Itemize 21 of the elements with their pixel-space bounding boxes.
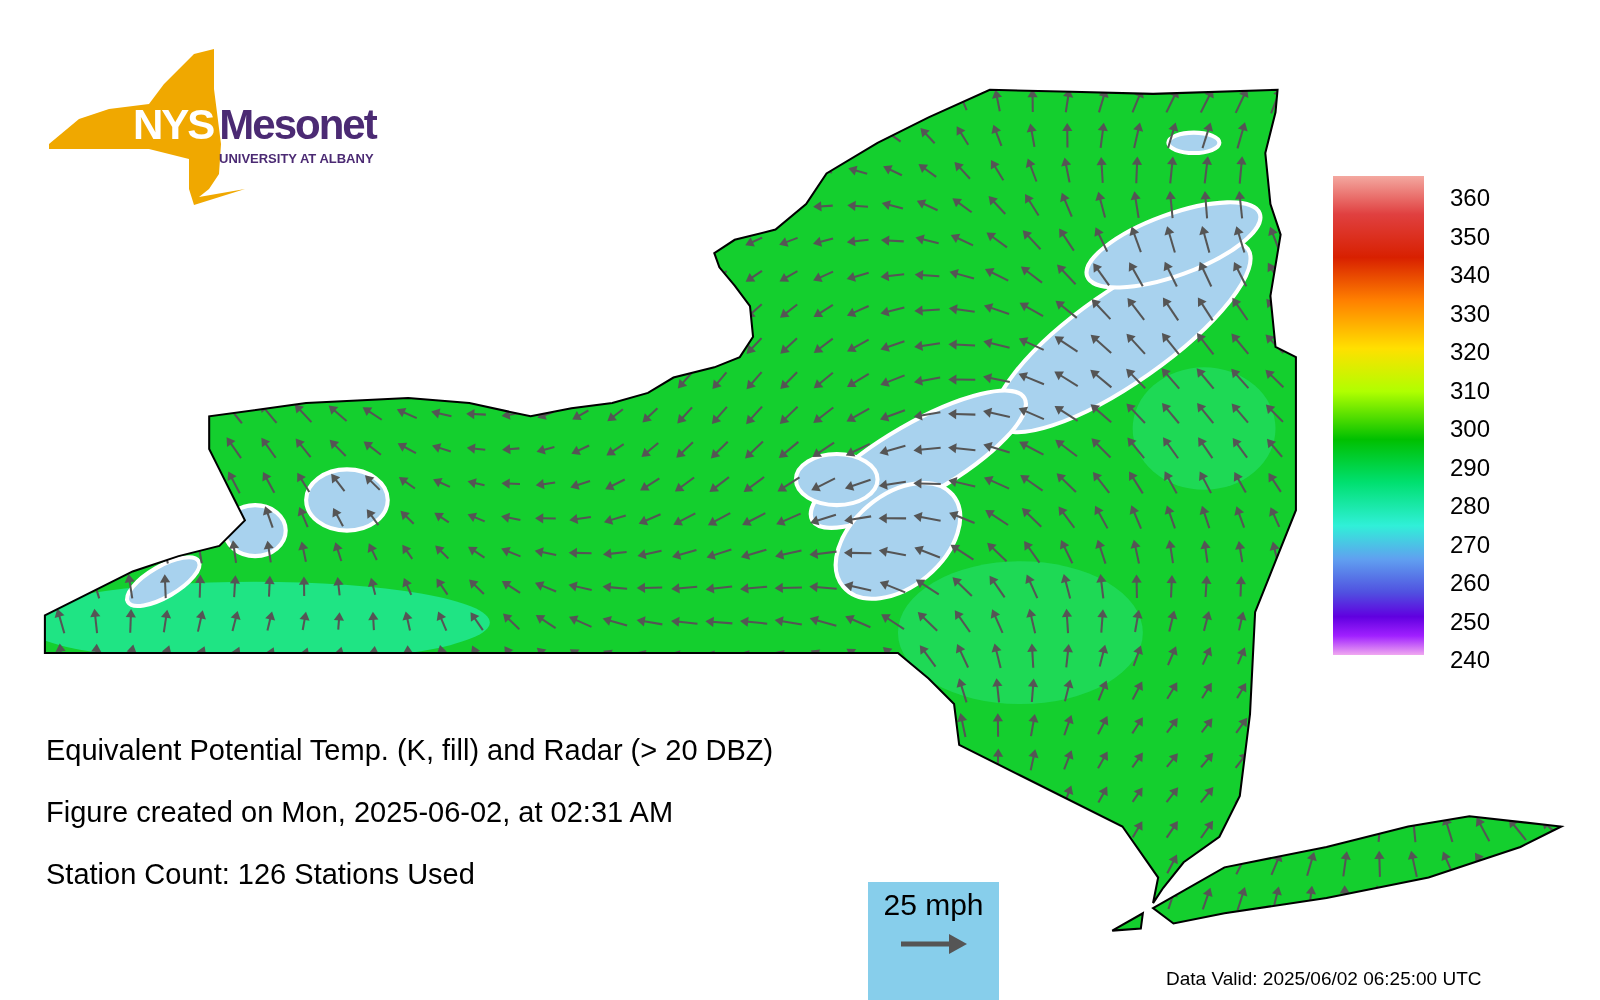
arrow-icon — [900, 932, 967, 956]
scale-label: 240 — [1450, 646, 1491, 674]
scale-label: 250 — [1450, 607, 1491, 636]
scale-label: 340 — [1450, 261, 1491, 289]
scale-label: 270 — [1450, 530, 1491, 559]
caption: Figure created on Mon, 2025-06-02, at 02:31 AM — [46, 798, 675, 827]
scale-label: 260 — [1450, 569, 1491, 597]
scale-label: 330 — [1450, 299, 1491, 328]
scale-label: 290 — [1450, 453, 1491, 482]
caption: Station Count: 126 Stations Used — [46, 860, 476, 889]
data-valid-text: Data Valid: 2025/06/02 06:25:00 UTC — [1166, 968, 1482, 990]
scale-label: 310 — [1450, 376, 1491, 405]
caption: Equivalent Potential Temp. (K, fill) and Radar (> 20 DBZ) — [46, 736, 774, 765]
scale-label: 350 — [1450, 222, 1491, 251]
scale-label: 320 — [1450, 338, 1491, 366]
scale-label: 25 mph — [883, 888, 984, 922]
logo-text: NYS — [133, 101, 214, 149]
scale-label: 280 — [1450, 492, 1491, 520]
logo-text: Mesonet — [219, 101, 376, 149]
scale-label: 300 — [1450, 415, 1491, 443]
scale-label: 360 — [1450, 184, 1491, 212]
